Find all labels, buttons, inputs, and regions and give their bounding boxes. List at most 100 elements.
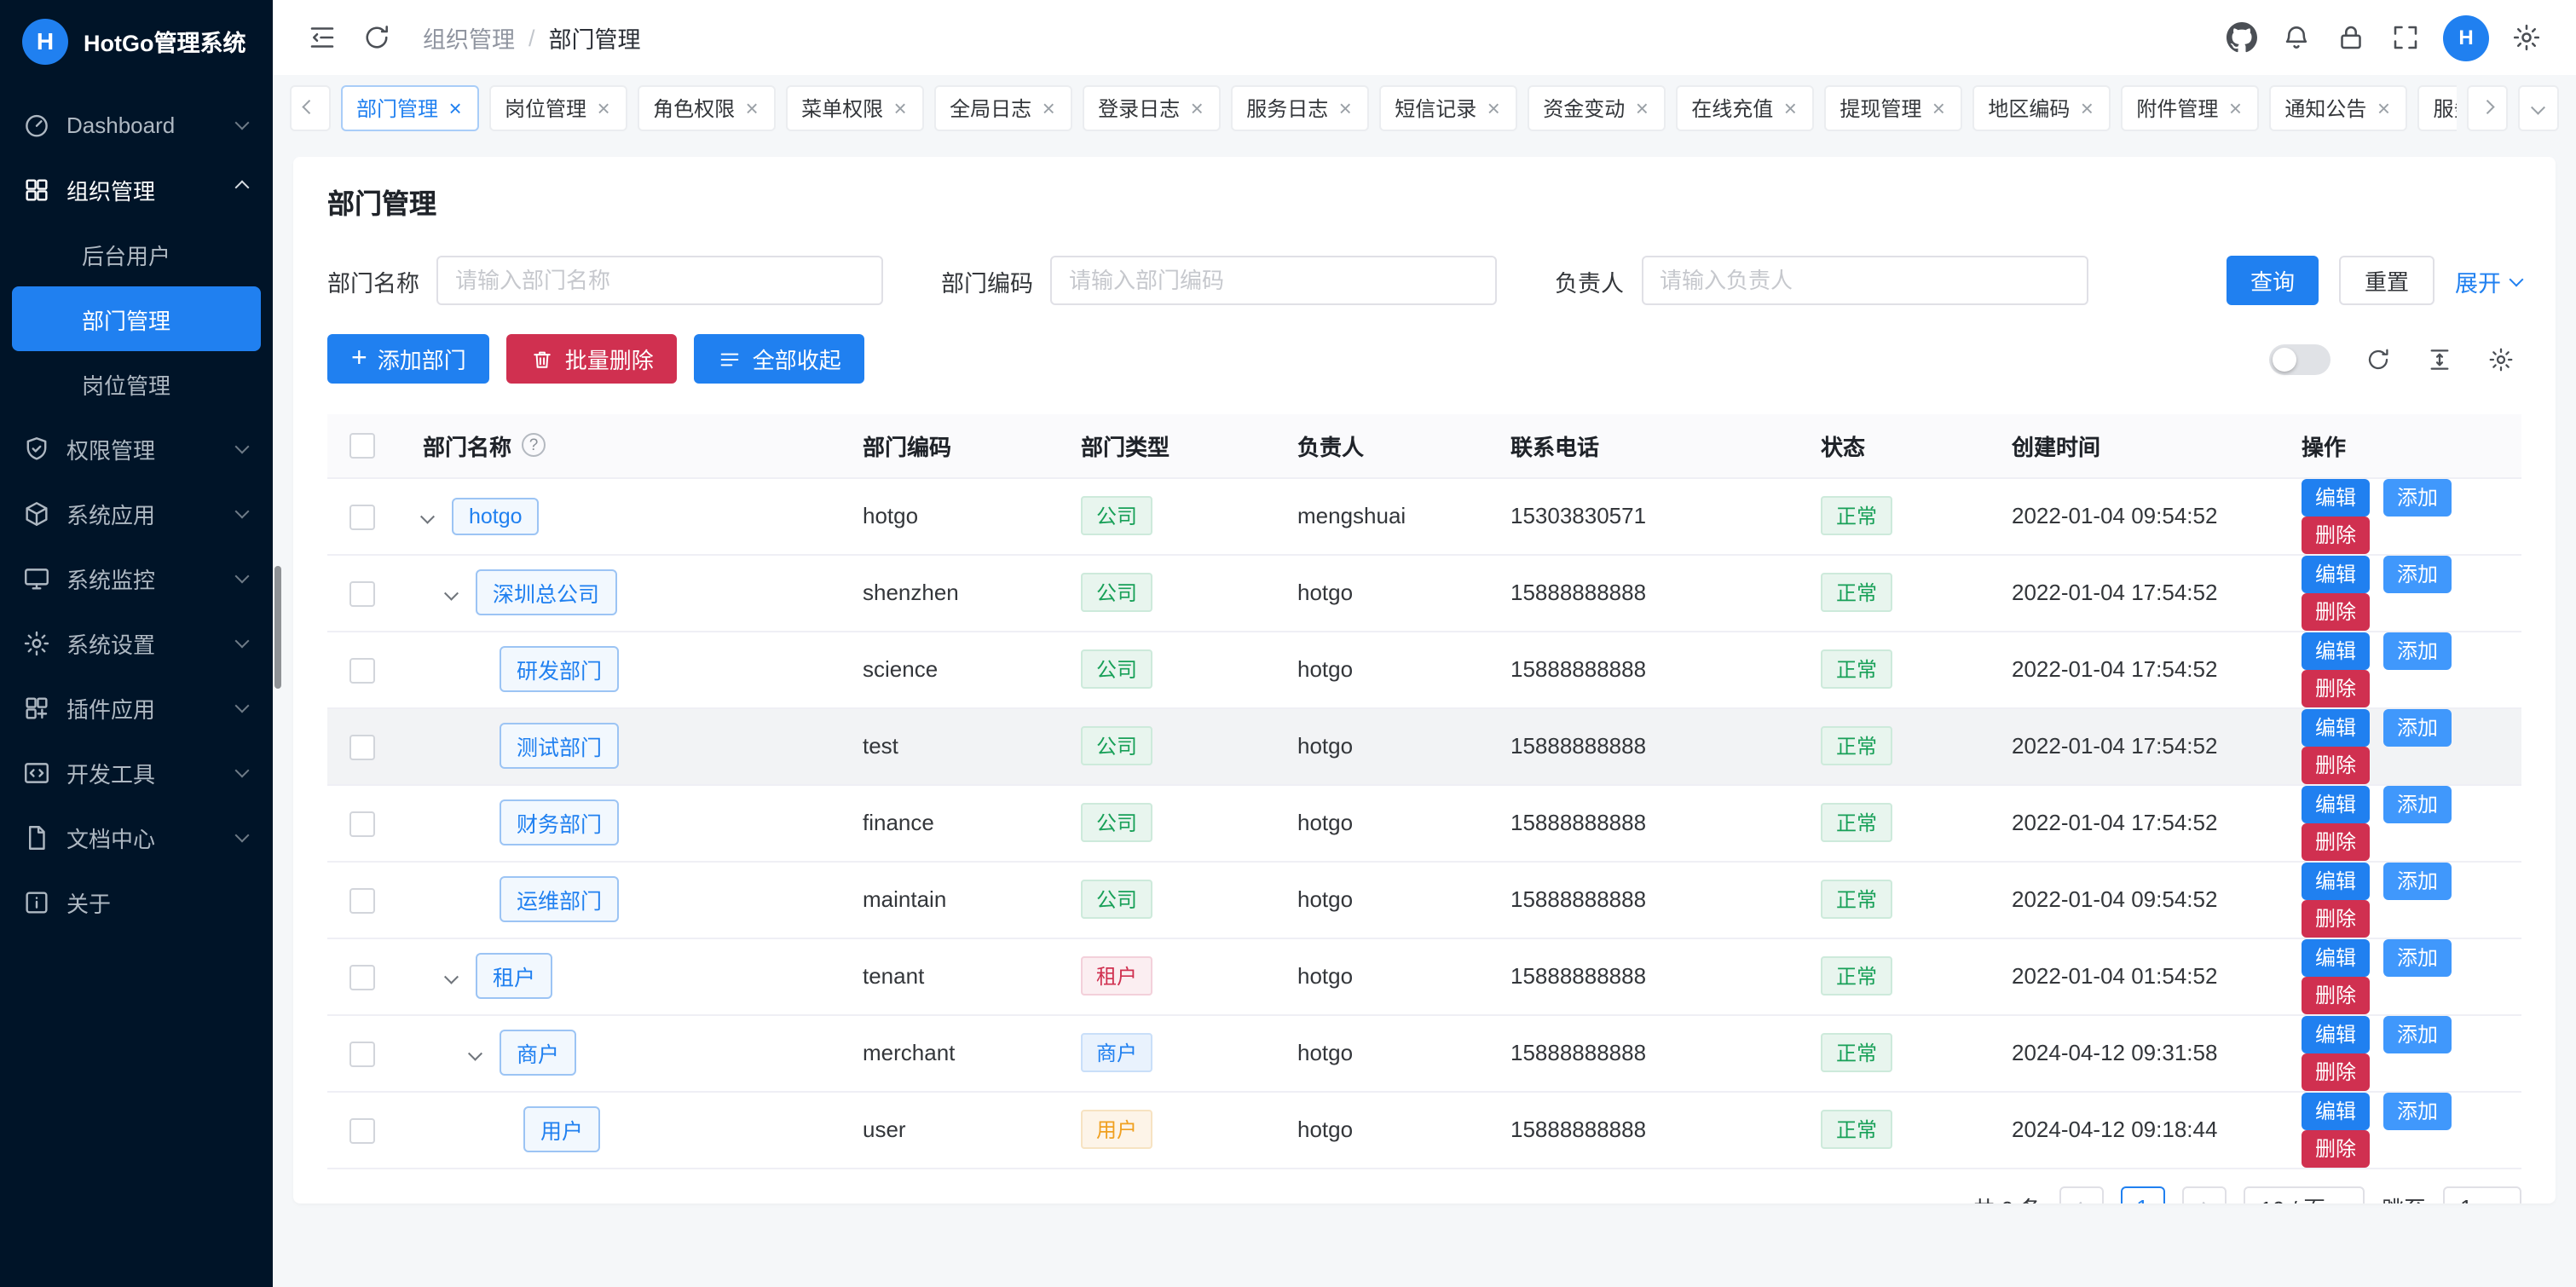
reset-button[interactable]: 重置 [2339,256,2434,305]
row-checkbox[interactable] [349,580,375,606]
delete-button[interactable]: 删除 [2302,1053,2370,1090]
sidebar-item-docs[interactable]: 文档中心 [0,805,273,869]
dept-name-tag[interactable]: 测试部门 [500,723,619,769]
help-icon[interactable] [522,434,546,458]
tabs-scroll-right-button[interactable] [2467,84,2508,130]
delete-button[interactable]: 删除 [2302,746,2370,783]
tab-close-icon[interactable] [2227,96,2244,118]
table-settings-icon[interactable] [2481,338,2521,379]
sidebar-item-about[interactable]: 关于 [0,869,273,934]
tab[interactable]: 服务 [2417,84,2457,130]
row-checkbox[interactable] [349,504,375,529]
tab[interactable]: 菜单权限 [786,84,924,130]
add-button[interactable]: 添加 [2383,862,2452,899]
row-checkbox[interactable] [349,1041,375,1066]
dept-name-tag[interactable]: 财务部门 [500,799,619,845]
tab[interactable]: 岗位管理 [489,84,627,130]
tab-close-icon[interactable] [1337,96,1354,118]
refresh-icon[interactable] [351,12,402,63]
page-size-select[interactable]: 10 / 页 [2243,1186,2365,1203]
add-button[interactable]: 添加 [2383,478,2452,516]
tab[interactable]: 在线充值 [1676,84,1814,130]
tab-close-icon[interactable] [743,96,760,118]
tree-expand-icon[interactable] [471,1048,500,1058]
sidebar-item-dashboard[interactable]: Dashboard [0,92,273,157]
sidebar-subitem-dept[interactable]: 部门管理 [12,286,261,351]
tab[interactable]: 附件管理 [2121,84,2259,130]
fullscreen-icon[interactable] [2380,12,2431,63]
row-checkbox[interactable] [349,887,375,913]
leader-input[interactable] [1641,256,2088,305]
query-button[interactable]: 查询 [2227,256,2319,305]
sidebar-item-system-apps[interactable]: 系统应用 [0,481,273,545]
add-button[interactable]: 添加 [2383,555,2452,592]
tab[interactable]: 提现管理 [1824,84,1962,130]
delete-button[interactable]: 删除 [2302,516,2370,553]
github-icon[interactable] [2216,12,2267,63]
tab[interactable]: 登录日志 [1083,84,1221,130]
tree-expand-icon[interactable] [447,972,476,981]
edit-button[interactable]: 编辑 [2302,478,2370,516]
scrollbar-thumb[interactable] [274,566,281,689]
dept-name-tag[interactable]: 深圳总公司 [476,569,616,615]
tab[interactable]: 部门管理 [341,84,479,130]
expand-filters-toggle[interactable]: 展开 [2455,263,2521,297]
sidebar-item-system-settings[interactable]: 系统设置 [0,610,273,675]
dept-code-input[interactable] [1050,256,1497,305]
tab-close-icon[interactable] [447,96,464,118]
delete-button[interactable]: 删除 [2302,822,2370,860]
row-checkbox[interactable] [349,1117,375,1143]
sidebar-item-org[interactable]: 组织管理 [0,157,273,222]
tab-close-icon[interactable] [1485,96,1502,118]
avatar[interactable]: H [2443,14,2489,61]
sidebar-item-system-monitor[interactable]: 系统监控 [0,545,273,610]
edit-button[interactable]: 编辑 [2302,708,2370,746]
column-height-icon[interactable] [2419,338,2460,379]
jump-page-input[interactable] [2443,1186,2521,1203]
tabs-scroll-left-button[interactable] [290,84,331,130]
dept-name-tag[interactable]: 运维部门 [500,876,619,922]
sidebar-subitem-backend-users[interactable]: 后台用户 [0,222,273,286]
add-button[interactable]: 添加 [2383,1092,2452,1129]
delete-button[interactable]: 删除 [2302,1129,2370,1167]
breadcrumb-parent[interactable]: 组织管理 [423,20,515,55]
row-checkbox[interactable] [349,964,375,990]
tree-expand-icon[interactable] [447,588,476,597]
sidebar-subitem-post[interactable]: 岗位管理 [0,351,273,416]
tab[interactable]: 全局日志 [934,84,1072,130]
sidebar-item-devtools[interactable]: 开发工具 [0,740,273,805]
tab-close-icon[interactable] [1188,96,1205,118]
tab-close-icon[interactable] [1040,96,1057,118]
tab[interactable]: 短信记录 [1379,84,1517,130]
sidebar-item-plugins[interactable]: 插件应用 [0,675,273,740]
dept-name-tag[interactable]: 用户 [523,1106,600,1152]
edit-button[interactable]: 编辑 [2302,555,2370,592]
tabs-dropdown-button[interactable] [2518,84,2559,130]
tab-close-icon[interactable] [2375,96,2392,118]
collapse-all-button[interactable]: 全部收起 [695,334,865,384]
table-refresh-icon[interactable] [2358,338,2399,379]
row-checkbox[interactable] [349,734,375,759]
tab-close-icon[interactable] [2078,96,2095,118]
add-button[interactable]: 添加 [2383,785,2452,822]
bell-icon[interactable] [2271,12,2322,63]
tab[interactable]: 资金变动 [1528,84,1666,130]
tab-close-icon[interactable] [892,96,909,118]
lock-icon[interactable] [2325,12,2377,63]
add-dept-button[interactable]: 添加部门 [327,334,490,384]
dept-name-input[interactable] [436,256,883,305]
add-button[interactable]: 添加 [2383,708,2452,746]
tab[interactable]: 地区编码 [1972,84,2111,130]
tab-close-icon[interactable] [595,96,612,118]
edit-button[interactable]: 编辑 [2302,632,2370,669]
app-logo[interactable]: H HotGo管理系统 [0,0,273,82]
delete-button[interactable]: 删除 [2302,592,2370,630]
delete-button[interactable]: 删除 [2302,669,2370,707]
row-checkbox[interactable] [349,811,375,836]
delete-button[interactable]: 删除 [2302,976,2370,1013]
menu-fold-icon[interactable] [297,12,348,63]
next-page-button[interactable] [2181,1186,2226,1203]
add-button[interactable]: 添加 [2383,938,2452,976]
tab[interactable]: 服务日志 [1231,84,1369,130]
batch-delete-button[interactable]: 批量删除 [507,334,678,384]
